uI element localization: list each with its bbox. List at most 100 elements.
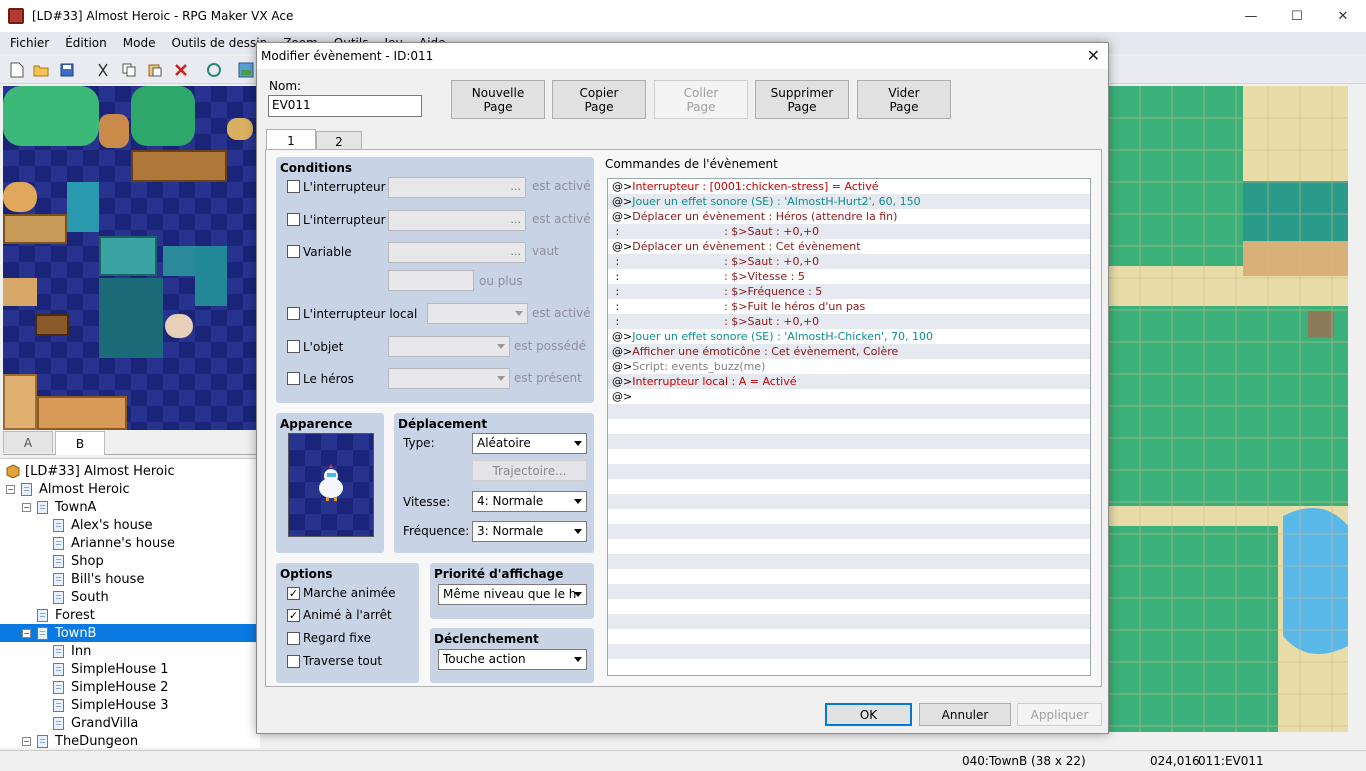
map-tree[interactable]: [LD#33] Almost Heroic − Almost Heroic − To… <box>0 458 278 748</box>
layer-map-icon[interactable] <box>237 61 255 79</box>
map-horizontal-scrollbar[interactable] <box>280 732 1348 750</box>
minimize-button[interactable]: — <box>1228 0 1274 32</box>
tree-item[interactable]: Inn <box>53 642 91 660</box>
command-line[interactable]: @>Déplacer un évènement : Héros (attendr… <box>608 209 1090 224</box>
stepping-anim-checkbox[interactable]: ✓ <box>287 609 300 622</box>
through-checkbox[interactable] <box>287 655 300 668</box>
command-line[interactable]: : : $>Fréquence : 5 <box>608 284 1090 299</box>
command-line[interactable] <box>608 659 1090 674</box>
variable-checkbox[interactable] <box>287 245 300 258</box>
ok-button[interactable]: OK <box>825 703 912 726</box>
tree-item[interactable]: − Almost Heroic <box>6 480 130 498</box>
tree-item[interactable]: SimpleHouse 3 <box>53 696 169 714</box>
self-switch-checkbox[interactable] <box>287 307 300 320</box>
move-freq-select[interactable]: 3: Normale <box>472 521 587 542</box>
menu-edition[interactable]: Édition <box>57 32 115 54</box>
item-checkbox[interactable] <box>287 340 300 353</box>
variable-value-spinner[interactable] <box>388 270 474 291</box>
command-line[interactable] <box>608 584 1090 599</box>
switch2-select[interactable]: ... <box>388 210 526 231</box>
command-line[interactable]: @>Jouer un effet sonore (SE) : 'AlmostH-… <box>608 329 1090 344</box>
save-icon[interactable] <box>58 61 76 79</box>
event-commands-list[interactable]: @>Interrupteur : [0001:chicken-stress] =… <box>607 178 1091 676</box>
move-type-select[interactable]: Aléatoire <box>472 433 587 454</box>
walking-anim-checkbox[interactable]: ✓ <box>287 587 300 600</box>
switch1-select[interactable]: ... <box>388 177 526 198</box>
command-line[interactable] <box>608 539 1090 554</box>
paste-icon[interactable] <box>146 61 164 79</box>
tree-item[interactable]: Shop <box>53 552 104 570</box>
command-line[interactable] <box>608 524 1090 539</box>
menu-fichier[interactable]: Fichier <box>2 32 57 54</box>
move-route-button[interactable]: Trajectoire... <box>472 460 587 481</box>
copy-icon[interactable] <box>120 61 138 79</box>
close-button[interactable]: ✕ <box>1320 0 1366 32</box>
command-line[interactable] <box>608 494 1090 509</box>
apply-button[interactable]: Appliquer <box>1017 703 1102 726</box>
tree-item[interactable]: Arianne's house <box>53 534 175 552</box>
collapse-icon[interactable]: − <box>22 628 31 638</box>
command-line[interactable] <box>608 554 1090 569</box>
map-vertical-scrollbar[interactable] <box>1348 86 1366 750</box>
actor-select[interactable] <box>388 368 510 389</box>
command-line[interactable] <box>608 404 1090 419</box>
delete-icon[interactable] <box>172 61 190 79</box>
command-line[interactable] <box>608 599 1090 614</box>
command-line[interactable]: @>Déplacer un évènement : Cet évènement <box>608 239 1090 254</box>
move-speed-select[interactable]: 4: Normale <box>472 491 587 512</box>
tree-item[interactable]: − TownA <box>22 498 96 516</box>
command-line[interactable] <box>608 614 1090 629</box>
tree-item[interactable]: Forest <box>37 606 95 624</box>
tree-item[interactable]: Alex's house <box>53 516 153 534</box>
variable-select[interactable]: ... <box>388 242 526 263</box>
map-canvas[interactable] <box>1108 86 1348 750</box>
undo-icon[interactable] <box>205 61 223 79</box>
event-name-input[interactable]: EV011 <box>268 95 422 117</box>
tab-tileset-b[interactable]: B <box>55 431 105 455</box>
dialog-close-button[interactable]: ✕ <box>1087 46 1100 65</box>
command-line[interactable]: @>Afficher une émoticône : Cet évènement… <box>608 344 1090 359</box>
tree-root[interactable]: [LD#33] Almost Heroic <box>6 462 175 480</box>
paste-page-button[interactable]: Coller Page <box>654 80 748 119</box>
command-line[interactable]: @>Script: events_buzz(me) <box>608 359 1090 374</box>
clear-page-button[interactable]: Vider Page <box>857 80 951 119</box>
collapse-icon[interactable]: − <box>6 484 15 494</box>
copy-page-button[interactable]: Copier Page <box>552 80 646 119</box>
command-line[interactable] <box>608 569 1090 584</box>
command-line[interactable] <box>608 449 1090 464</box>
command-line[interactable]: : : $>Saut : +0,+0 <box>608 224 1090 239</box>
command-line[interactable] <box>608 419 1090 434</box>
trigger-select[interactable]: Touche action <box>438 649 587 670</box>
tree-item[interactable]: SimpleHouse 2 <box>53 678 169 696</box>
direction-fix-checkbox[interactable] <box>287 632 300 645</box>
command-line[interactable]: @> <box>608 389 1090 404</box>
new-project-icon[interactable] <box>8 61 26 79</box>
tab-page-1[interactable]: 1 <box>266 129 316 151</box>
switch1-checkbox[interactable] <box>287 180 300 193</box>
maximize-button[interactable]: ☐ <box>1274 0 1320 32</box>
command-line[interactable]: : : $>Fuit le héros d'un pas <box>608 299 1090 314</box>
command-line[interactable]: : : $>Saut : +0,+0 <box>608 254 1090 269</box>
tree-item[interactable]: GrandVilla <box>53 714 138 732</box>
command-line[interactable]: @>Jouer un effet sonore (SE) : 'AlmostH-… <box>608 194 1090 209</box>
command-line[interactable] <box>608 509 1090 524</box>
menu-mode[interactable]: Mode <box>115 32 164 54</box>
collapse-icon[interactable]: − <box>22 736 31 746</box>
command-line[interactable]: @>Interrupteur local : A = Activé <box>608 374 1090 389</box>
switch2-checkbox[interactable] <box>287 213 300 226</box>
command-line[interactable]: @>Interrupteur : [0001:chicken-stress] =… <box>608 179 1090 194</box>
new-page-button[interactable]: Nouvelle Page <box>451 80 545 119</box>
open-folder-icon[interactable] <box>32 61 50 79</box>
command-line[interactable]: : : $>Saut : +0,+0 <box>608 314 1090 329</box>
tab-tileset-a[interactable]: A <box>3 431 53 453</box>
tree-item[interactable]: SimpleHouse 1 <box>53 660 169 678</box>
actor-checkbox[interactable] <box>287 372 300 385</box>
tree-item[interactable]: South <box>53 588 109 606</box>
cut-icon[interactable] <box>94 61 112 79</box>
priority-select[interactable]: Même niveau que le h <box>438 584 587 605</box>
item-select[interactable] <box>388 336 510 357</box>
tab-page-2[interactable]: 2 <box>316 131 362 151</box>
event-graphic[interactable] <box>288 433 374 537</box>
command-line[interactable] <box>608 479 1090 494</box>
delete-page-button[interactable]: Supprimer Page <box>755 80 849 119</box>
